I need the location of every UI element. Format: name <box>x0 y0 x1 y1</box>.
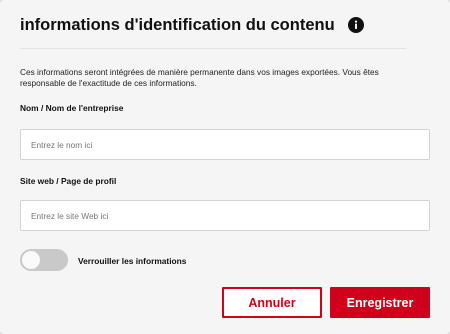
content-credentials-dialog: informations d'identification du contenu… <box>0 0 450 334</box>
cancel-button[interactable]: Annuler <box>222 287 322 318</box>
save-button[interactable]: Enregistrer <box>330 287 430 318</box>
website-input[interactable] <box>20 200 430 231</box>
name-field-label: Nom / Nom de l'entreprise <box>20 103 124 113</box>
dialog-title: informations d'identification du contenu <box>20 15 335 34</box>
lock-info-label: Verrouiller les informations <box>78 256 187 266</box>
header-divider <box>20 48 406 49</box>
website-field-label: Site web / Page de profil <box>20 176 117 186</box>
info-icon[interactable] <box>347 17 364 33</box>
lock-info-toggle[interactable] <box>20 249 68 271</box>
dialog-description: Ces informations seront intégrées de man… <box>20 67 379 88</box>
dialog-header: informations d'identification du contenu <box>20 14 364 36</box>
name-input[interactable] <box>20 129 430 160</box>
toggle-knob <box>22 251 40 269</box>
